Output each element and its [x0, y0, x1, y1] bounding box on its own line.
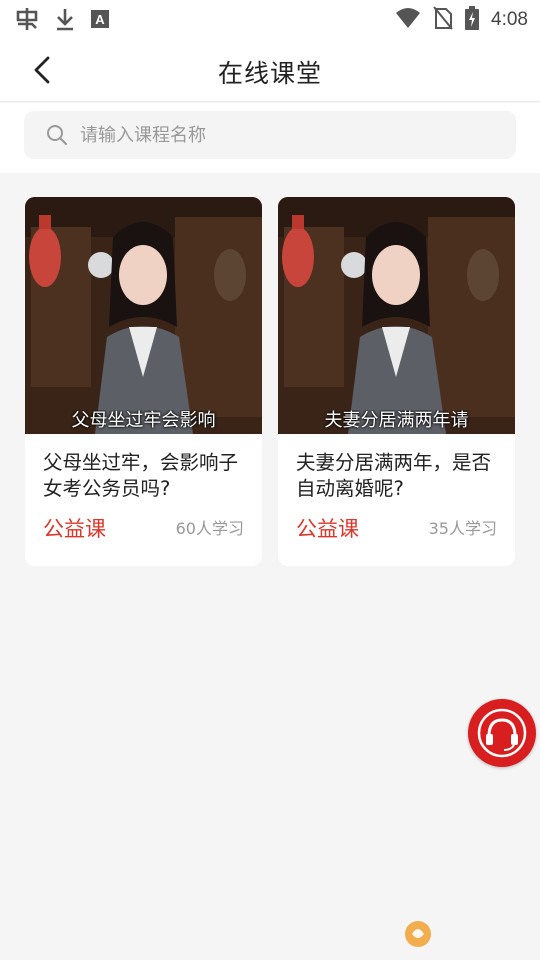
- no-sim-icon: [433, 6, 453, 34]
- search-section: [0, 103, 540, 173]
- course-thumbnail: 夫妻分居满两年请: [278, 197, 515, 434]
- course-title: 夫妻分居满两年，是否自动离婚呢?: [296, 451, 492, 500]
- course-card[interactable]: 父母坐过牢会影响 父母坐过牢，会影响子女考公务员吗? 公益课 60人学习: [25, 197, 262, 566]
- page-title: 在线课堂: [217, 59, 322, 88]
- thumbnail-caption: 夫妻分居满两年请: [324, 410, 469, 431]
- learner-count: 35人学习: [428, 519, 497, 538]
- course-card[interactable]: 夫妻分居满两年请 夫妻分居满两年，是否自动离婚呢? 公益课 35人学习: [278, 197, 515, 566]
- search-icon: [46, 124, 68, 146]
- course-tag: 公益课: [296, 517, 359, 541]
- status-left-icons: A: [14, 6, 110, 36]
- app-header: 在线课堂: [0, 38, 540, 102]
- search-input[interactable]: [80, 124, 480, 146]
- thumbnail-caption: 父母坐过牢会影响: [71, 410, 216, 431]
- status-right-icons: 4:08: [395, 6, 528, 34]
- status-time: 4:08: [491, 9, 528, 30]
- learner-count: 60人学习: [175, 519, 244, 538]
- download-icon: [54, 7, 76, 35]
- course-tag: 公益课: [43, 517, 106, 541]
- wifi-icon: [395, 7, 421, 33]
- svg-text:A: A: [95, 12, 105, 27]
- course-thumbnail: 父母坐过牢会影响: [25, 197, 262, 434]
- customer-service-button[interactable]: [468, 699, 536, 767]
- font-icon: A: [90, 9, 110, 33]
- status-bar: A 4:08: [0, 0, 540, 38]
- course-title: 父母坐过牢，会影响子女考公务员吗?: [43, 451, 239, 500]
- search-box[interactable]: [24, 111, 516, 159]
- headset-icon: [477, 708, 527, 758]
- app-icon: [14, 6, 40, 36]
- site-watermark: [402, 910, 534, 956]
- battery-charging-icon: [465, 6, 480, 34]
